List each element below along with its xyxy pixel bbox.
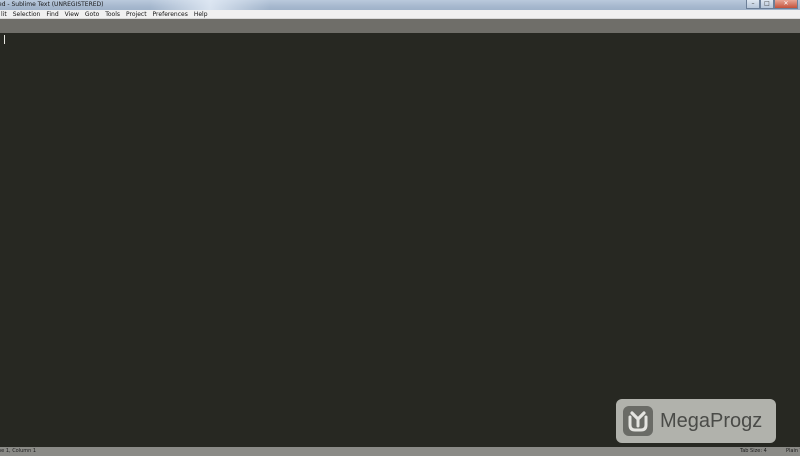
window-title: ed - Sublime Text (UNREGISTERED) [0, 1, 104, 8]
menu-bar: lit Selection Find View Goto Tools Proje… [0, 10, 800, 19]
menu-find[interactable]: Find [43, 10, 61, 19]
menu-preferences[interactable]: Preferences [150, 10, 191, 19]
status-syntax[interactable]: Plain T [786, 447, 800, 456]
watermark: MegaProgz [616, 399, 776, 443]
text-caret [4, 35, 5, 44]
minimize-button[interactable]: – [746, 0, 760, 9]
status-cursor-position: ne 1, Column 1 [0, 448, 37, 454]
title-bar-glow [150, 0, 270, 10]
maximize-button[interactable]: □ [760, 0, 774, 9]
title-bar[interactable]: ed - Sublime Text (UNREGISTERED) – □ ✕ [0, 0, 800, 10]
menu-goto[interactable]: Goto [82, 10, 102, 19]
menu-edit[interactable]: lit [0, 10, 10, 19]
editor-area[interactable] [0, 33, 800, 447]
status-tab-size[interactable]: Tab Size: 4 [740, 447, 767, 456]
window-controls: – □ ✕ [746, 0, 798, 10]
menu-selection[interactable]: Selection [10, 10, 44, 19]
tab-bar[interactable] [0, 19, 800, 33]
watermark-text: MegaProgz [660, 410, 763, 432]
status-bar: ne 1, Column 1 Tab Size: 4 Plain T [0, 447, 800, 456]
download-arrow-icon [623, 406, 653, 436]
menu-view[interactable]: View [62, 10, 82, 19]
download-arrow-icon-svg [628, 411, 648, 432]
close-button[interactable]: ✕ [774, 0, 798, 9]
menu-project[interactable]: Project [123, 10, 150, 19]
menu-tools[interactable]: Tools [102, 10, 123, 19]
sublime-text-window: ed - Sublime Text (UNREGISTERED) – □ ✕ l… [0, 0, 800, 456]
menu-help[interactable]: Help [191, 10, 211, 19]
